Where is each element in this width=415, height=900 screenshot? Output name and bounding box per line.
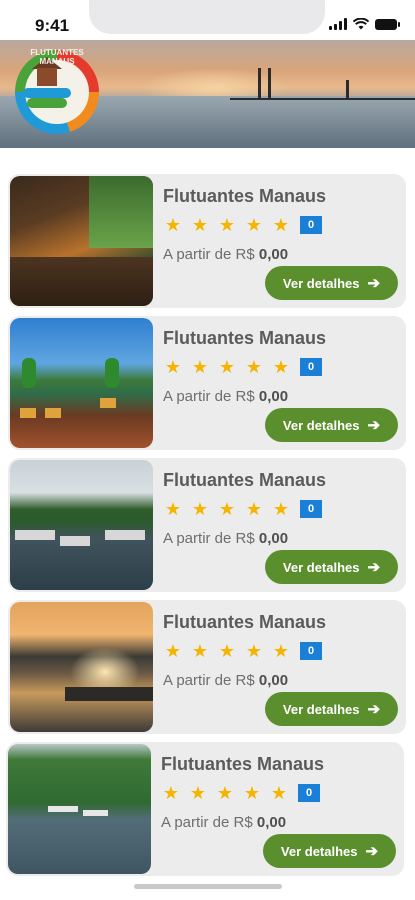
listing-photo[interactable] — [10, 318, 153, 448]
listing-title: Flutuantes Manaus — [163, 328, 327, 348]
wifi-icon — [353, 18, 369, 30]
listing-title: Flutuantes Manaus — [163, 186, 327, 206]
star-icon: ★ — [216, 783, 234, 803]
star-icon: ★ — [218, 499, 236, 519]
listing-title: Flutuantes Manaus — [163, 470, 327, 490]
view-details-label: Ver detalhes — [282, 417, 360, 433]
star-icon: ★ — [164, 215, 182, 235]
star-icon: ★ — [164, 499, 182, 519]
listing-card[interactable]: Flutuantes Manaus ★ ★ ★ ★ ★ 0 A partir d… — [8, 600, 406, 734]
star-icon: ★ — [270, 783, 288, 803]
listing-photo[interactable] — [8, 744, 151, 874]
star-icon: ★ — [245, 499, 263, 519]
price-text: A partir de R$ 0,00 — [163, 246, 288, 263]
star-icon: ★ — [218, 215, 236, 235]
price-prefix: A partir de R$ — [163, 246, 259, 263]
status-icons — [329, 18, 400, 30]
home-indicator[interactable] — [134, 884, 282, 889]
star-icon: ★ — [272, 641, 290, 661]
view-details-button[interactable]: Ver detalhes ➔ — [265, 266, 398, 300]
star-icon: ★ — [218, 357, 236, 377]
battery-icon — [375, 19, 400, 30]
rating-count-badge: 0 — [300, 358, 322, 376]
rating-count-badge: 0 — [300, 500, 322, 518]
view-details-label: Ver detalhes — [280, 843, 358, 859]
listing-card[interactable]: Flutuantes Manaus ★ ★ ★ ★ ★ 0 A partir d… — [8, 316, 406, 450]
rating-stars: ★ ★ ★ ★ ★ 0 — [163, 358, 322, 376]
listing-card[interactable]: Flutuantes Manaus ★ ★ ★ ★ ★ 0 A partir d… — [8, 458, 406, 592]
signal-icon — [329, 18, 347, 30]
rating-stars: ★ ★ ★ ★ ★ 0 — [163, 500, 322, 518]
status-bar: 9:41 — [0, 0, 415, 40]
price-value: 0,00 — [258, 246, 289, 263]
star-icon: ★ — [191, 215, 209, 235]
star-icon: ★ — [191, 641, 209, 661]
rating-count-badge: 0 — [298, 784, 320, 802]
price-prefix: A partir de R$ — [163, 530, 259, 547]
star-icon: ★ — [245, 357, 263, 377]
price-value: 0,00 — [258, 388, 289, 405]
star-icon: ★ — [272, 357, 290, 377]
star-icon: ★ — [245, 641, 263, 661]
price-value: 0,00 — [258, 530, 289, 547]
price-prefix: A partir de R$ — [163, 672, 259, 689]
star-icon: ★ — [272, 215, 290, 235]
star-icon: ★ — [191, 499, 209, 519]
logo-text: FLUTUANTES MANAUS — [30, 48, 84, 66]
price-prefix: A partir de R$ — [163, 388, 259, 405]
arrow-right-icon: ➔ — [367, 701, 381, 718]
hero-banner: FLUTUANTES MANAUS — [0, 38, 415, 148]
rating-stars: ★ ★ ★ ★ ★ 0 — [163, 642, 322, 660]
star-icon: ★ — [162, 783, 180, 803]
status-time: 9:41 — [35, 16, 70, 35]
star-icon: ★ — [243, 783, 261, 803]
star-icon: ★ — [245, 215, 263, 235]
view-details-label: Ver detalhes — [282, 701, 360, 717]
star-icon: ★ — [218, 641, 236, 661]
view-details-button[interactable]: Ver detalhes ➔ — [265, 692, 398, 726]
listing-photo[interactable] — [10, 176, 153, 306]
price-text: A partir de R$ 0,00 — [163, 388, 288, 405]
price-text: A partir de R$ 0,00 — [163, 672, 288, 689]
arrow-right-icon: ➔ — [367, 275, 381, 292]
price-text: A partir de R$ 0,00 — [161, 814, 286, 831]
brand-logo: FLUTUANTES MANAUS — [15, 48, 99, 134]
price-value: 0,00 — [256, 814, 287, 831]
view-details-button[interactable]: Ver detalhes ➔ — [263, 834, 396, 868]
price-value: 0,00 — [258, 672, 289, 689]
listing-photo[interactable] — [10, 602, 153, 732]
listing-photo[interactable] — [10, 460, 153, 590]
star-icon: ★ — [164, 641, 182, 661]
arrow-right-icon: ➔ — [365, 843, 379, 860]
price-prefix: A partir de R$ — [161, 814, 257, 831]
star-icon: ★ — [164, 357, 182, 377]
star-icon: ★ — [191, 357, 209, 377]
arrow-right-icon: ➔ — [367, 559, 381, 576]
price-text: A partir de R$ 0,00 — [163, 530, 288, 547]
rating-count-badge: 0 — [300, 642, 322, 660]
listing-card[interactable]: Flutuantes Manaus ★ ★ ★ ★ ★ 0 A partir d… — [6, 742, 404, 876]
listing-title: Flutuantes Manaus — [161, 754, 325, 774]
view-details-label: Ver detalhes — [282, 559, 360, 575]
view-details-button[interactable]: Ver detalhes ➔ — [265, 550, 398, 584]
view-details-button[interactable]: Ver detalhes ➔ — [265, 408, 398, 442]
star-icon: ★ — [189, 783, 207, 803]
arrow-right-icon: ➔ — [367, 417, 381, 434]
notch — [89, 0, 325, 34]
rating-stars: ★ ★ ★ ★ ★ 0 — [161, 784, 320, 802]
listing-title: Flutuantes Manaus — [163, 612, 327, 632]
view-details-label: Ver detalhes — [282, 275, 360, 291]
listing-card[interactable]: Flutuantes Manaus ★ ★ ★ ★ ★ 0 A partir d… — [8, 174, 406, 308]
rating-count-badge: 0 — [300, 216, 322, 234]
star-icon: ★ — [272, 499, 290, 519]
rating-stars: ★ ★ ★ ★ ★ 0 — [163, 216, 322, 234]
